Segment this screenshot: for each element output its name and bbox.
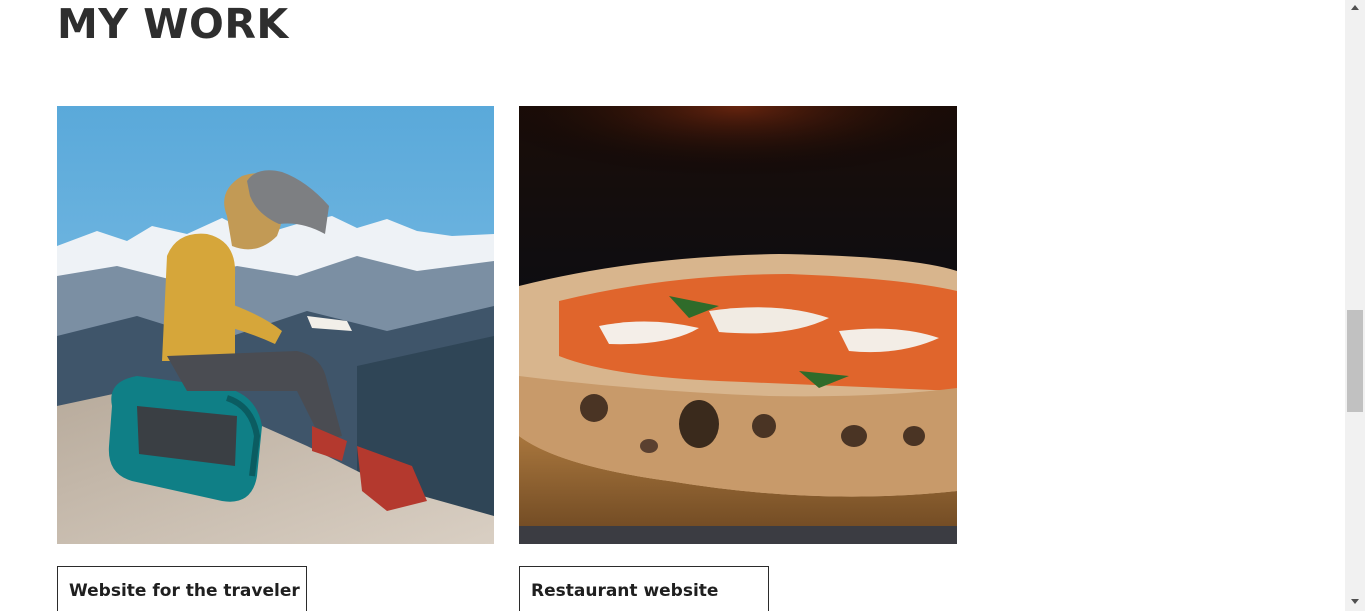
vertical-scrollbar[interactable] [1345,0,1365,611]
project-caption-restaurant[interactable]: Restaurant website [519,566,769,611]
scroll-down-arrow-icon[interactable] [1345,594,1365,611]
page-content: MY WORK Website for the traveler Restaur… [0,0,1345,611]
project-card-traveler[interactable]: Website for the traveler [57,106,494,611]
section-title: MY WORK [57,0,289,48]
project-card-restaurant[interactable]: Restaurant website [519,106,957,611]
project-image-traveler[interactable] [57,106,494,544]
project-image-restaurant[interactable] [519,106,957,544]
project-caption-traveler[interactable]: Website for the traveler [57,566,307,611]
scroll-up-arrow-icon[interactable] [1345,0,1365,17]
scrollbar-thumb[interactable] [1347,310,1363,412]
